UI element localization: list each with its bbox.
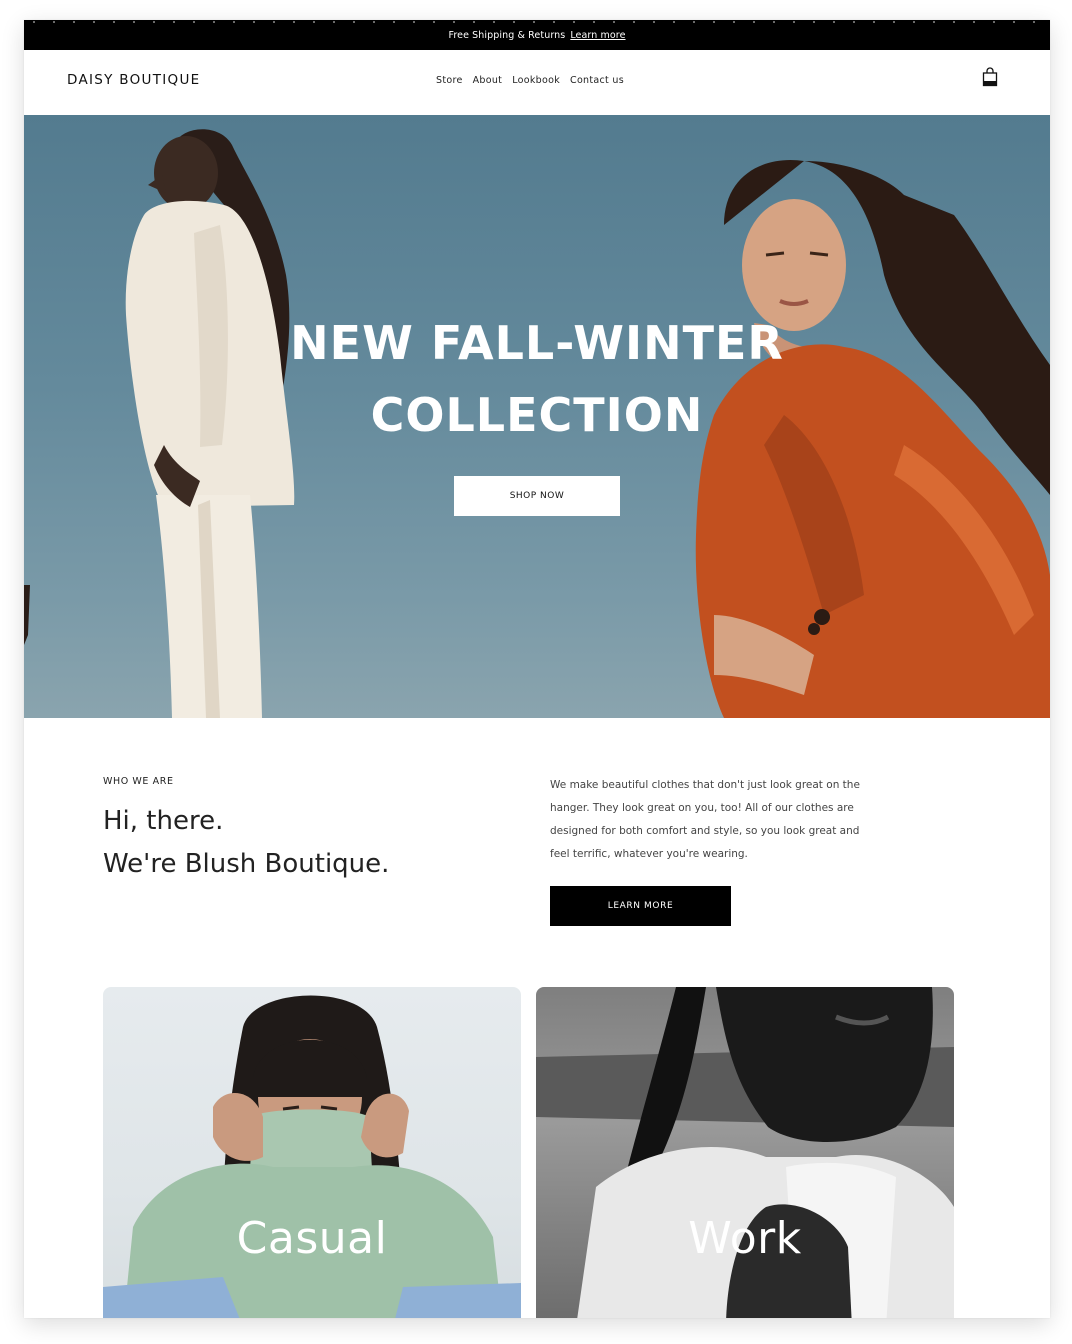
category-card-work[interactable]: Work xyxy=(536,987,954,1318)
about-heading-line2: We're Blush Boutique. xyxy=(103,849,390,879)
nav-item-contact[interactable]: Contact us xyxy=(570,75,624,86)
shop-now-button[interactable]: SHOP NOW xyxy=(454,476,620,516)
work-photo xyxy=(536,987,954,1318)
about-eyebrow: WHO WE ARE xyxy=(103,776,174,787)
casual-photo xyxy=(103,995,521,1318)
category-label-casual: Casual xyxy=(236,1213,388,1264)
announcement-text: Free Shipping & Returns xyxy=(448,29,566,41)
learn-more-button[interactable]: LEARN MORE xyxy=(550,886,731,926)
main-nav: Store About Lookbook Contact us xyxy=(436,75,624,86)
about-heading-line1: Hi, there. xyxy=(103,806,224,836)
hero-title: NEW FALL-WINTER COLLECTION xyxy=(24,307,1050,451)
category-card-casual[interactable]: Casual xyxy=(103,987,521,1318)
about-body: We make beautiful clothes that don't jus… xyxy=(550,779,860,860)
brand-logo[interactable]: DAISY BOUTIQUE xyxy=(67,72,200,88)
category-label-work: Work xyxy=(688,1213,802,1264)
nav-item-about[interactable]: About xyxy=(473,75,503,86)
announcement-bar: Free Shipping & Returns Learn more xyxy=(24,20,1050,50)
hero-title-line2: COLLECTION xyxy=(370,388,704,442)
shopping-bag-icon[interactable] xyxy=(982,67,998,87)
site-header: DAISY BOUTIQUE Store About Lookbook Cont… xyxy=(24,50,1050,115)
nav-item-store[interactable]: Store xyxy=(436,75,463,86)
hero-banner: NEW FALL-WINTER COLLECTION SHOP NOW xyxy=(24,115,1050,718)
nav-item-lookbook[interactable]: Lookbook xyxy=(512,75,560,86)
about-heading: Hi, there. We're Blush Boutique. xyxy=(103,800,389,886)
page: Free Shipping & Returns Learn more DAISY… xyxy=(24,20,1050,1318)
announcement-learn-more-link[interactable]: Learn more xyxy=(570,30,625,41)
hero-title-line1: NEW FALL-WINTER xyxy=(290,316,784,370)
announcement-decoration xyxy=(24,20,1050,23)
